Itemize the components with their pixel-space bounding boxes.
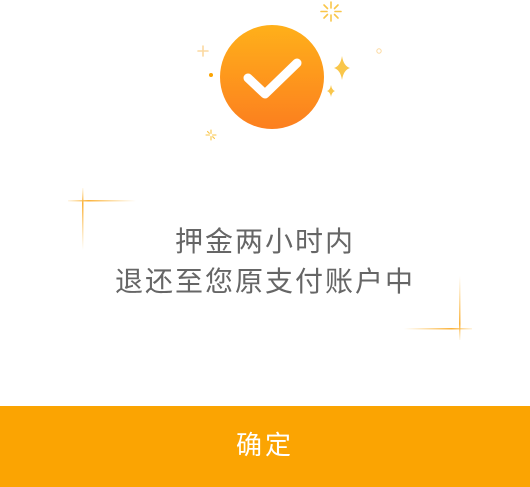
refund-message: 押金两小时内 退还至您原支付账户中 [0, 222, 530, 302]
dot-sparkle [209, 73, 213, 77]
plus-sparkle-left [197, 45, 209, 57]
message-line-2: 退还至您原支付账户中 [114, 265, 415, 298]
star-sparkle-large [334, 56, 350, 80]
burst-sparkle-small [205, 129, 217, 141]
burst-sparkle-top [320, 1, 342, 22]
success-dialog: 押金两小时内 退还至您原支付账户中 确定 [0, 0, 530, 487]
confirm-button[interactable]: 确定 [0, 406, 530, 487]
message-line-1: 押金两小时内 [174, 225, 355, 258]
star-sparkle-small [327, 85, 335, 97]
ring-sparkle [376, 48, 382, 54]
check-circle-icon [220, 25, 324, 129]
